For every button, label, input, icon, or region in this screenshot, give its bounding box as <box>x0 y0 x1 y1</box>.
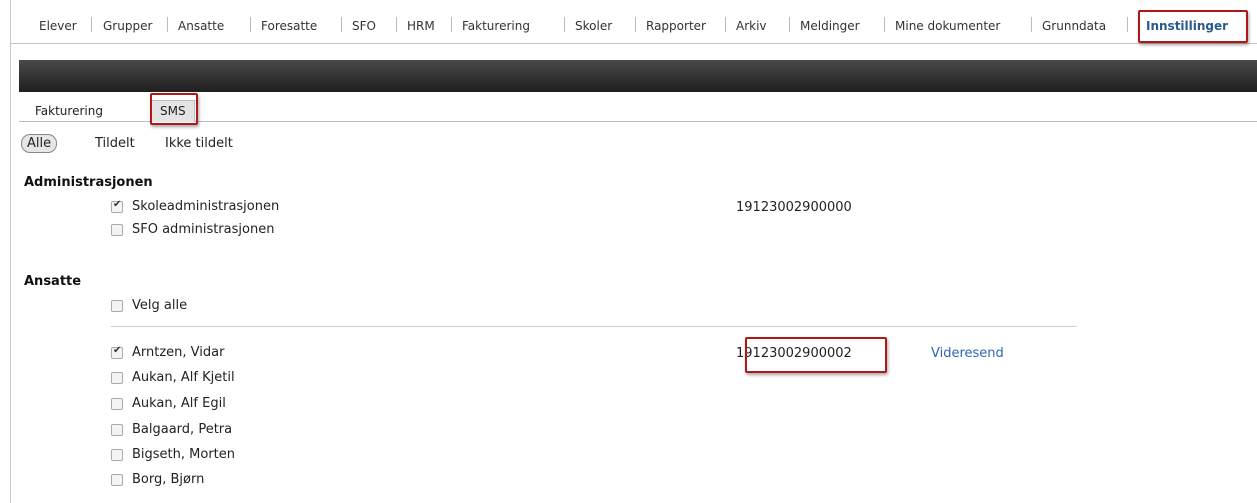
nav-separator <box>1127 17 1128 32</box>
highlight-box <box>1138 10 1248 43</box>
divider <box>111 326 1077 327</box>
row-label: Balgaard, Petra <box>132 422 233 437</box>
nav-separator <box>635 17 636 32</box>
nav-separator <box>789 17 790 32</box>
videresend-link[interactable]: Videresend <box>931 346 1004 361</box>
app-frame: Elever Grupper Ansatte Foresatte SFO HRM… <box>10 0 1257 503</box>
checkbox[interactable] <box>111 372 123 384</box>
nav-arkiv[interactable]: Arkiv <box>736 19 767 33</box>
row-label: Arntzen, Vidar <box>132 345 225 360</box>
checkbox[interactable] <box>111 474 123 486</box>
checkbox[interactable] <box>111 449 123 461</box>
row-label: Borg, Bjørn <box>132 472 205 487</box>
nav-meldinger[interactable]: Meldinger <box>800 19 860 33</box>
nav-elever[interactable]: Elever <box>39 19 77 33</box>
checkbox[interactable] <box>111 345 123 359</box>
nav-separator <box>167 17 168 32</box>
nav-separator <box>884 17 885 32</box>
highlight-box <box>150 93 198 125</box>
checkbox[interactable] <box>111 424 123 436</box>
checkbox[interactable] <box>111 224 123 236</box>
nav-sfo[interactable]: SFO <box>352 19 376 33</box>
nav-foresatte[interactable]: Foresatte <box>261 19 317 33</box>
phone-number: 19123002900000 <box>736 200 852 215</box>
nav-rapporter[interactable]: Rapporter <box>646 19 706 33</box>
checkbox[interactable] <box>111 199 123 213</box>
row-label: Skoleadministrasjonen <box>132 199 280 214</box>
section-title-ansatte: Ansatte <box>24 274 82 289</box>
row-label: Bigseth, Morten <box>132 447 236 462</box>
nav-separator <box>564 17 565 32</box>
top-navigation: Elever Grupper Ansatte Foresatte SFO HRM… <box>11 0 1257 44</box>
nav-ansatte[interactable]: Ansatte <box>178 19 224 33</box>
nav-separator <box>91 17 92 32</box>
highlight-box <box>745 337 887 373</box>
nav-separator <box>725 17 726 32</box>
row-label: Aukan, Alf Kjetil <box>132 370 235 385</box>
nav-mine-dokumenter[interactable]: Mine dokumenter <box>895 19 1000 33</box>
nav-separator <box>451 17 452 32</box>
nav-separator <box>1031 17 1032 32</box>
nav-grupper[interactable]: Grupper <box>103 19 152 33</box>
nav-skoler[interactable]: Skoler <box>575 19 612 33</box>
tab-fakturering[interactable]: Fakturering <box>35 100 103 122</box>
filter-ikke-tildelt[interactable]: Ikke tildelt <box>165 136 233 151</box>
nav-separator <box>250 17 251 32</box>
row-label: Aukan, Alf Egil <box>132 396 226 411</box>
checkbox[interactable] <box>111 300 123 312</box>
nav-separator <box>341 17 342 32</box>
filter-alle[interactable]: Alle <box>21 134 58 153</box>
nav-separator <box>396 17 397 32</box>
select-all-label: Velg alle <box>132 298 188 313</box>
nav-hrm[interactable]: HRM <box>407 19 435 33</box>
sub-tabs: Fakturering SMS <box>19 100 1257 122</box>
nav-fakturering[interactable]: Fakturering <box>462 19 530 33</box>
title-bar <box>19 60 1257 92</box>
filter-tildelt[interactable]: Tildelt <box>95 136 135 151</box>
nav-grunndata[interactable]: Grunndata <box>1042 19 1106 33</box>
checkbox[interactable] <box>111 398 123 410</box>
section-title-administrasjonen: Administrasjonen <box>24 175 153 190</box>
row-label: SFO administrasjonen <box>132 222 275 237</box>
